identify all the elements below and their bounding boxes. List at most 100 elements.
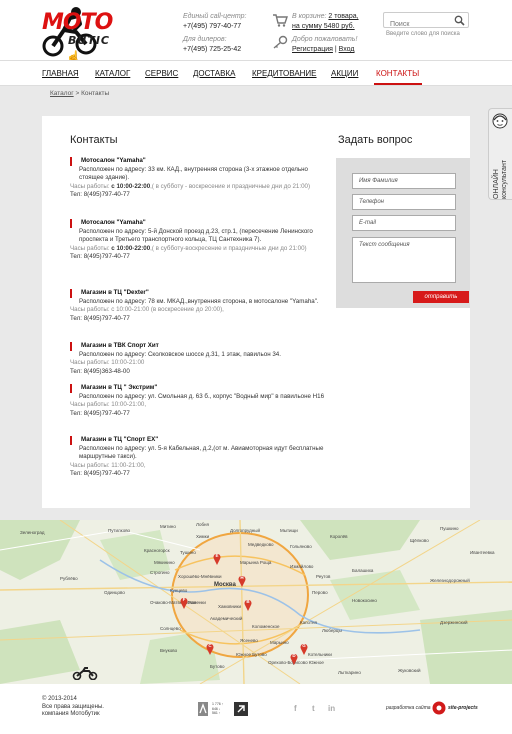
store-name: Магазин в ТЦ "Dexter" xyxy=(70,289,332,298)
contacts-title: Контакты xyxy=(70,134,118,146)
map-pin-icon[interactable]: H xyxy=(238,574,246,587)
consultant-line2: консультант xyxy=(501,159,508,199)
nav-item-credit[interactable]: КРЕДИТОВАНИЕ xyxy=(252,69,317,78)
cart-sum-link[interactable]: на сумму 5480 руб. xyxy=(292,22,359,32)
map-label: Ивантеевка xyxy=(470,550,495,555)
store-card: Магазин в ТЦ "Dexter" Расположен по адре… xyxy=(70,289,332,323)
dealers-phone[interactable]: +7(495) 725-25-42 xyxy=(183,45,241,55)
store-hours: Часы работы: 11:00-21:00, xyxy=(70,461,146,469)
breadcrumb-separator: > xyxy=(75,90,80,97)
store-hours: Часы работы: с 10:00-21:00 (в воскресени… xyxy=(70,306,224,314)
visit-counter[interactable]: 1 776 ↑ 646 ↓ 561 ↑ xyxy=(198,702,250,716)
search-box xyxy=(383,12,469,32)
rights-text: Все права защищены. xyxy=(42,703,104,710)
store-phone: Тел: 8(495)797-40-77 xyxy=(70,253,130,261)
email-field[interactable]: E-mail xyxy=(352,215,456,231)
facebook-icon[interactable]: f xyxy=(294,704,297,713)
store-name: Магазин в ТЦ " Экстрим" xyxy=(70,384,332,393)
nav-item-home[interactable]: ГЛАВНАЯ xyxy=(42,69,79,78)
key-icon xyxy=(273,35,288,49)
store-map[interactable]: Митино Путилково Красногорск Мякинино Ст… xyxy=(0,520,512,684)
developer-logo[interactable]: site-projects xyxy=(432,701,478,715)
map-pin-icon[interactable]: B xyxy=(244,598,252,611)
map-pin-icon[interactable]: C xyxy=(206,642,214,655)
map-label: Ясенево xyxy=(240,638,258,643)
store-card: Магазин в ТЦ "Спорт ЕХ" Расположен по ад… xyxy=(70,436,332,479)
account-block: Добро пожаловать! Регистрация | Вход xyxy=(292,35,357,55)
store-phone: Тел: 8(495)797-40-77 xyxy=(70,409,130,417)
store-name: Магазин в ТЦ "Спорт ЕХ" xyxy=(70,436,332,445)
map-label: Железнодорожный xyxy=(430,578,470,583)
map-label: Одинцово xyxy=(104,590,125,595)
map-label: Лыткарино xyxy=(338,670,361,675)
nav-item-catalog[interactable]: КАТАЛОГ xyxy=(95,69,130,78)
dealers-label: Для дилеров: xyxy=(183,36,227,43)
breadcrumb-catalog-link[interactable]: Каталог xyxy=(50,90,74,97)
map-label: Марьина Роща xyxy=(240,560,272,565)
form-title: Задать вопрос xyxy=(338,134,413,146)
store-phone: Тел: 8(495)797-40-77 xyxy=(70,191,130,199)
store-card: Мотосалон "Yamaha" Расположен по адресу:… xyxy=(70,157,332,200)
copyright-years: © 2013-2014 xyxy=(42,696,77,702)
map-label: Перово xyxy=(312,590,328,595)
map-label: Капотня xyxy=(300,620,317,625)
login-link[interactable]: Вход xyxy=(339,46,355,53)
map-label: Тушино xyxy=(180,550,196,555)
map-label: Мякинино xyxy=(154,560,175,565)
map-label: Красногорск xyxy=(144,548,170,553)
counter-views: 1 776 ↑ xyxy=(212,702,224,706)
map-label: Королёв xyxy=(330,534,348,539)
cart-icon[interactable] xyxy=(272,13,288,27)
map-label: Балашиха xyxy=(352,568,374,573)
nav-item-service[interactable]: СЕРВИС xyxy=(145,69,178,78)
map-label: Котельники xyxy=(308,652,332,657)
map-label: Кунцево xyxy=(170,588,188,593)
map-label: Академический xyxy=(210,616,243,621)
register-link[interactable]: Регистрация xyxy=(292,46,333,53)
name-field[interactable]: Имя Фамилия xyxy=(352,173,456,189)
nav-item-contacts[interactable]: КОНТАКТЫ xyxy=(376,69,419,78)
callcenter-phone[interactable]: +7(495) 797-40-77 xyxy=(183,22,246,32)
nav-active-indicator xyxy=(374,83,422,85)
nav-item-delivery[interactable]: ДОСТАВКА xyxy=(193,69,235,78)
linkedin-icon[interactable]: in xyxy=(328,704,335,713)
store-phone: Тел: 8(495)363-48-00 xyxy=(70,367,130,375)
phone-field[interactable]: Телефон xyxy=(352,194,456,210)
store-phone: Тел: 8(495)797-40-77 xyxy=(70,470,130,478)
map-pin-icon[interactable]: E xyxy=(213,552,221,565)
counter-arrow-icon xyxy=(234,702,248,716)
map-label: Новокосино xyxy=(352,598,377,603)
map-label: Митино xyxy=(160,524,176,529)
search-input[interactable] xyxy=(384,17,450,32)
copyright-block: © 2013-2014 Все права защищены. компания… xyxy=(42,696,104,719)
store-phone: Тел: 8(495)797-40-77 xyxy=(70,314,130,322)
message-field[interactable]: Текст сообщения xyxy=(352,237,456,283)
map-label: Реутов xyxy=(316,574,331,579)
cart-block: В корзине: 2 товара, на сумму 5480 руб. xyxy=(292,12,359,32)
store-card: Магазин в ТЦ " Экстрим" Расположен по ад… xyxy=(70,384,332,418)
map-label: Люберцы xyxy=(322,628,342,633)
developer-logo-icon xyxy=(432,701,446,715)
welcome-text: Добро пожаловать! xyxy=(292,36,358,43)
store-address: Расположен по адресу: 5-й Донской проезд… xyxy=(79,227,313,244)
map-pin-icon[interactable]: D xyxy=(290,652,298,665)
map-label: Хорошёво-Мнёвники xyxy=(178,574,222,579)
map-pin-icon[interactable]: G xyxy=(300,642,308,655)
consultant-label: ОНЛАЙН консультант xyxy=(493,160,509,199)
online-consultant-tab[interactable]: ОНЛАЙН консультант xyxy=(488,108,512,200)
store-hours: Часы работы: с 10:00-22:00,( в субботу -… xyxy=(70,182,311,190)
map-label: Долгопрудный xyxy=(230,528,261,533)
store-hours: Часы работы: 10:00-21:00 xyxy=(70,359,145,367)
nav-item-promotions[interactable]: АКЦИИ xyxy=(331,69,358,78)
cart-items-link[interactable]: 2 товара, xyxy=(328,13,358,20)
store-address: Расположен по адресу: Сколковское шоссе … xyxy=(79,350,281,358)
search-icon[interactable] xyxy=(454,15,465,26)
map-label: Бутово xyxy=(210,664,225,669)
twitter-icon[interactable]: t xyxy=(312,704,315,713)
submit-button[interactable]: отправить xyxy=(413,291,469,303)
contacts-panel: Контакты Мотосалон "Yamaha" Расположен п… xyxy=(42,116,470,508)
callcenter-block: Единый call-центр: +7(495) 797-40-77 xyxy=(183,12,246,32)
map-pin-icon[interactable]: F xyxy=(180,596,188,609)
dealers-block: Для дилеров: +7(495) 725-25-42 xyxy=(183,35,241,55)
breadcrumb: Каталог > Контакты xyxy=(50,90,109,97)
